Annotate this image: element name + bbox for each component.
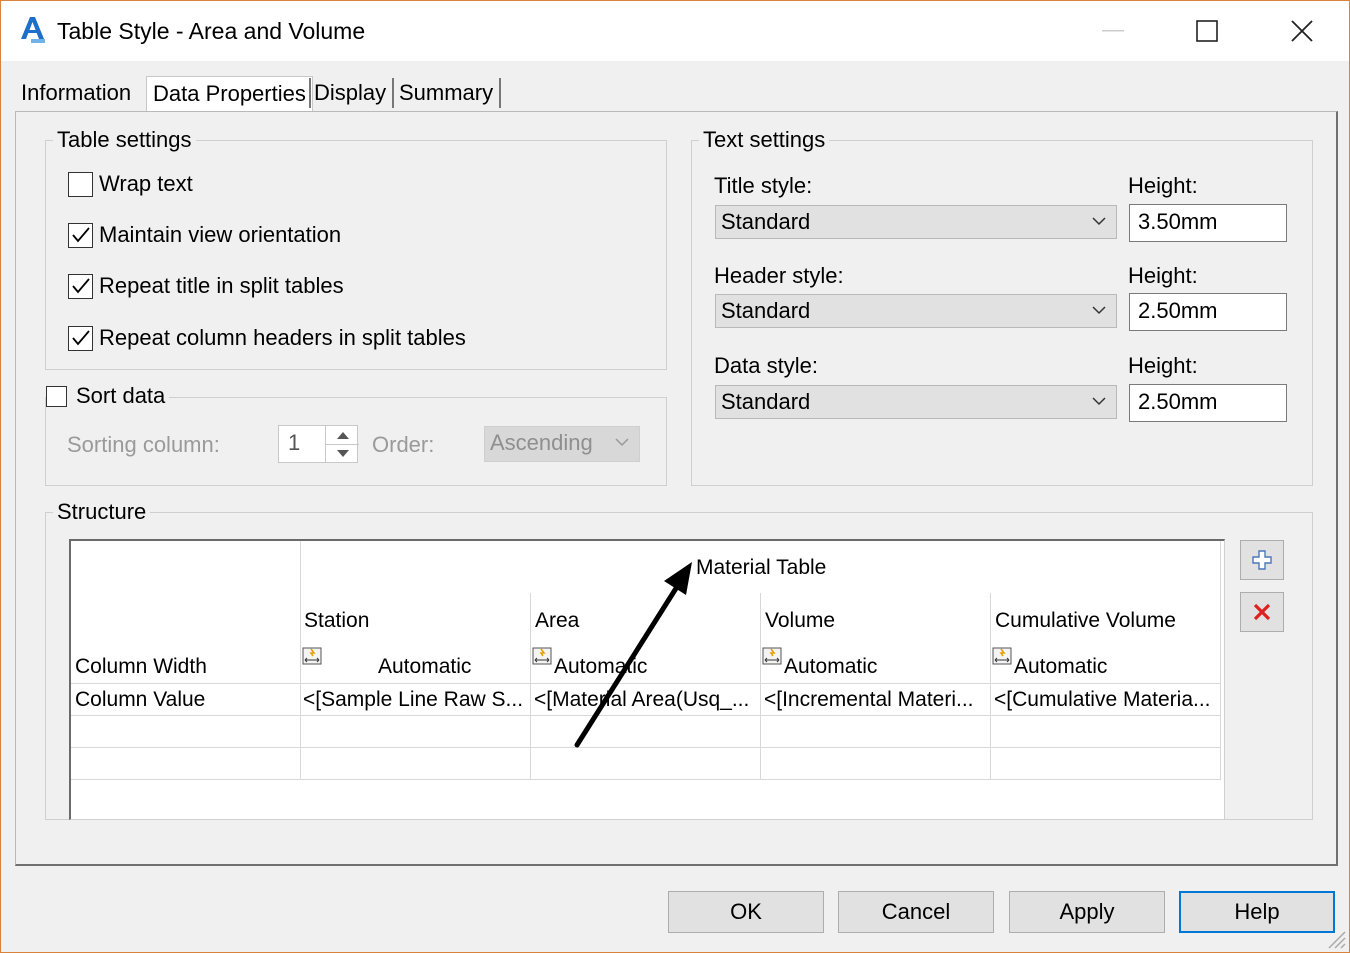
apply-button[interactable]: Apply	[1009, 891, 1165, 933]
close-icon	[1291, 20, 1313, 42]
help-button[interactable]: Help	[1179, 891, 1335, 933]
data-properties-panel: Table settings Wrap text Maintain view o…	[15, 111, 1338, 866]
window-title: Table Style - Area and Volume	[57, 18, 366, 44]
delete-column-button[interactable]	[1240, 592, 1284, 632]
close-button[interactable]	[1272, 11, 1332, 51]
maximize-button[interactable]	[1177, 11, 1237, 51]
maximize-icon	[1196, 20, 1218, 42]
tab-data-properties[interactable]: Data Properties	[146, 76, 313, 113]
ok-button[interactable]: OK	[668, 891, 824, 933]
minimize-button[interactable]	[1083, 11, 1143, 51]
resize-grip-icon[interactable]	[1323, 926, 1347, 950]
tab-display[interactable]: Display	[308, 76, 392, 110]
autocad-app-icon	[19, 15, 47, 45]
add-column-button[interactable]	[1240, 540, 1284, 580]
delete-x-icon	[1253, 603, 1271, 621]
dialog-window: Table Style - Area and Volume Informatio…	[0, 0, 1350, 953]
title-bar: Table Style - Area and Volume	[1, 1, 1349, 61]
minimize-icon	[1102, 30, 1124, 32]
plus-icon	[1252, 550, 1272, 570]
tab-information[interactable]: Information	[15, 76, 137, 110]
tab-separator	[499, 78, 501, 108]
annotation-arrow	[574, 562, 692, 748]
tab-summary[interactable]: Summary	[393, 76, 499, 110]
cancel-button[interactable]: Cancel	[838, 891, 994, 933]
